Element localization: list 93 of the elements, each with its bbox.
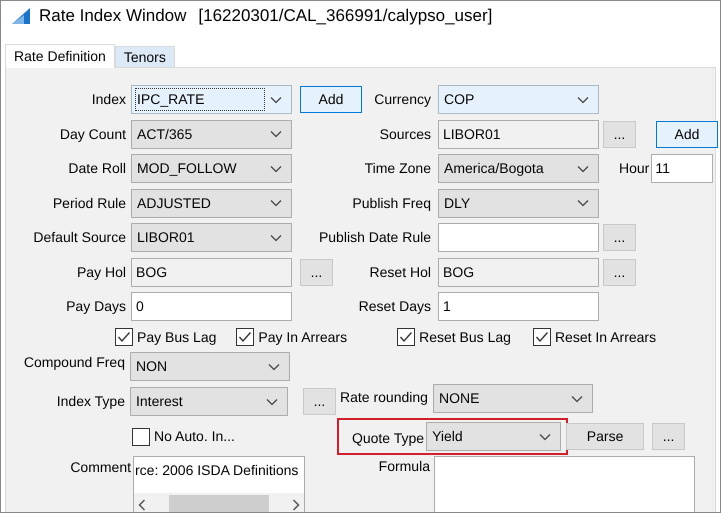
field-label: Publish Date Rule (318, 228, 432, 247)
text-field[interactable]: 0 (131, 292, 292, 321)
checkbox-label: Reset In Arrears (554, 328, 656, 346)
window-context: [16220301/CAL_366991/calypso_user] (198, 5, 492, 28)
checkbox[interactable] (397, 328, 416, 346)
checkbox-label: No Auto. In... (154, 427, 235, 446)
dropdown-value: LIBOR01 (136, 228, 196, 247)
field-label: Comment (69, 458, 132, 477)
field-label: Reset Days (358, 297, 432, 316)
dropdown[interactable]: LIBOR01 (131, 223, 292, 252)
field-label: Index Type (56, 392, 126, 411)
dropdown-value: America/Bogota (443, 159, 545, 178)
dropdown-value: NON (135, 357, 168, 376)
browse-button[interactable]: ... (303, 388, 336, 415)
chevron-down-icon (270, 130, 282, 138)
checkbox[interactable] (115, 328, 133, 346)
dropdown-value: IPC_RATE (136, 89, 264, 110)
field-label: Pay Hol (76, 262, 127, 282)
dropdown[interactable]: NONE (432, 384, 593, 413)
checkbox[interactable] (236, 328, 254, 346)
field-label: Pay Days (65, 297, 127, 316)
text-field[interactable]: 11 (651, 154, 714, 183)
text-field[interactable]: LIBOR01 (438, 120, 599, 148)
checkbox-label: Pay In Arrears (258, 328, 348, 347)
checkbox-label: Pay Bus Lag (137, 328, 216, 347)
formula-field[interactable] (434, 456, 695, 512)
checkbox[interactable] (532, 328, 551, 346)
chevron-down-icon (266, 398, 278, 406)
browse-button[interactable]: ... (603, 120, 636, 148)
chevron-down-icon (577, 96, 589, 104)
dropdown[interactable]: Interest (130, 387, 288, 416)
dropdown[interactable]: Yield (426, 422, 562, 451)
tab[interactable]: Tenors (114, 46, 175, 67)
horizontal-scrollbar[interactable] (134, 493, 304, 512)
dropdown-value: Yield (431, 427, 464, 446)
chevron-down-icon (268, 362, 280, 370)
field-label: Time Zone (364, 159, 432, 178)
window-title: Rate Index Window (39, 5, 186, 28)
chevron-down-icon (577, 164, 589, 172)
dropdown[interactable]: MOD_FOLLOW (131, 154, 292, 183)
chevron-down-icon (270, 96, 282, 104)
chevron-down-icon (539, 432, 552, 440)
field-label: Publish Freq (351, 194, 432, 213)
chevron-down-icon (577, 199, 589, 207)
dropdown[interactable]: IPC_RATE (131, 85, 292, 114)
text-field[interactable]: 1 (438, 292, 599, 321)
field-label: Period Rule (52, 194, 127, 212)
scroll-left-icon[interactable] (138, 499, 146, 511)
field-label: Date Roll (67, 159, 127, 178)
row-button[interactable]: Add (300, 86, 362, 113)
add-button[interactable]: Add (656, 120, 718, 148)
dropdown-value: COP (443, 90, 476, 109)
chevron-down-icon (270, 199, 282, 207)
comment-text: rce: 2006 ISDA Definitions (134, 461, 300, 480)
dropdown[interactable]: ADJUSTED (131, 188, 292, 218)
dropdown-value: NONE (438, 389, 480, 408)
field-label: Hour (619, 159, 650, 178)
dropdown[interactable]: COP (438, 85, 599, 114)
field-label: Rate rounding (340, 388, 428, 407)
field-label: Day Count (58, 124, 127, 144)
parse-button[interactable]: Parse (566, 423, 644, 450)
dropdown-value: DLY (443, 194, 472, 212)
row-button[interactable]: ... (300, 258, 333, 286)
browse-button[interactable]: ... (652, 423, 686, 450)
field-label: Reset Hol (368, 262, 432, 282)
tab[interactable]: Rate Definition (5, 44, 115, 68)
dropdown-value: Interest (135, 392, 184, 411)
chevron-down-icon (270, 234, 282, 242)
text-field[interactable]: BOG (131, 258, 292, 286)
checkbox-label: Reset Bus Lag (419, 328, 511, 347)
dropdown-value: ADJUSTED (136, 194, 212, 212)
chevron-down-icon (270, 164, 282, 172)
chevron-down-icon (570, 394, 583, 402)
dropdown[interactable]: NON (130, 352, 290, 381)
scroll-right-icon[interactable] (292, 499, 300, 511)
field-label: Default Source (32, 228, 127, 247)
dropdown[interactable]: DLY (438, 188, 599, 218)
field-label: Quote Type (352, 428, 426, 448)
browse-button[interactable]: ... (603, 258, 636, 286)
field-label: Index (90, 90, 127, 109)
field-label: Formula (378, 457, 431, 476)
field-label: Currency (373, 90, 432, 109)
text-field[interactable]: BOG (438, 258, 599, 286)
field-label: Sources (378, 124, 432, 144)
text-field[interactable] (438, 223, 599, 252)
field-label: Compound Freq (22, 353, 126, 372)
dropdown[interactable]: ACT/365 (131, 120, 292, 148)
app-logo-icon (11, 7, 31, 25)
dropdown-value: MOD_FOLLOW (136, 159, 238, 178)
checkbox[interactable] (132, 428, 150, 446)
dropdown[interactable]: America/Bogota (438, 154, 599, 183)
dropdown-value: ACT/365 (136, 124, 194, 144)
browse-button[interactable]: ... (603, 224, 636, 251)
